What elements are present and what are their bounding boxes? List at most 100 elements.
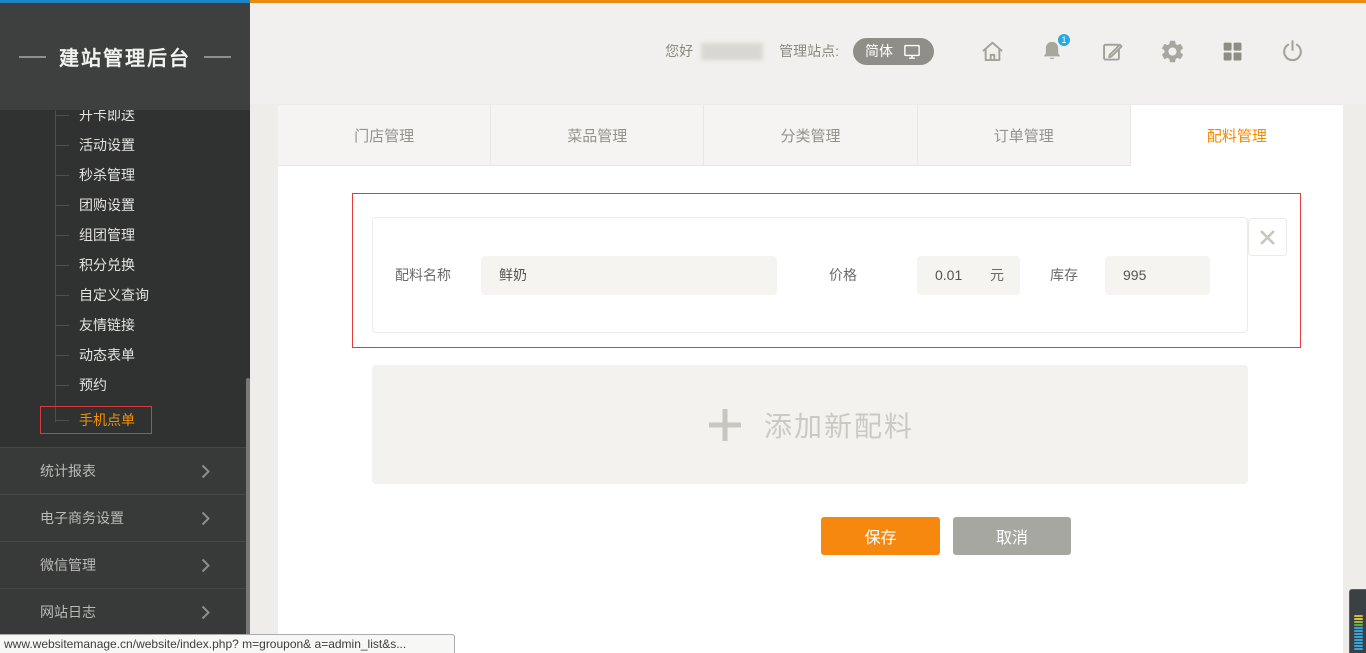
sidebar-submenu-item[interactable]: 预约 [0, 370, 250, 400]
meter-stripe [1354, 618, 1363, 620]
sidebar-section-label: 电子商务设置 [40, 508, 124, 528]
tab-label: 门店管理 [354, 125, 414, 146]
gear-icon[interactable] [1158, 37, 1186, 65]
apps-grid-icon[interactable] [1218, 37, 1246, 65]
header-icons: 1 [978, 37, 1306, 65]
sidebar-section-label: 网站日志 [40, 602, 96, 622]
redacted-username [701, 43, 763, 60]
stock-field [1105, 256, 1210, 295]
meter-stripe [1354, 633, 1363, 635]
content-panel: 门店管理 菜品管理 分类管理 订单管理 配料管理 配料名称 价格 [278, 104, 1343, 653]
chevron-right-icon [201, 558, 210, 573]
main-header: 您好 管理站点: 简体 [250, 0, 1366, 104]
sidebar-submenu-item-label: 积分兑换 [79, 255, 135, 275]
ingredient-row-card: 配料名称 价格 元 库存 [372, 217, 1248, 333]
ingredient-name-field [481, 256, 777, 295]
meter-stripe [1354, 648, 1363, 650]
price-label: 价格 [829, 265, 857, 285]
sidebar-submenu-item[interactable]: 积分兑换 [0, 250, 250, 280]
chevron-right-icon [201, 511, 210, 526]
title-dash-left [19, 56, 46, 58]
tab-bar: 门店管理 菜品管理 分类管理 订单管理 配料管理 [278, 104, 1343, 166]
sidebar-submenu-item[interactable]: 团购设置 [0, 190, 250, 220]
language-site-pill[interactable]: 简体 [853, 38, 934, 65]
meter-stripe [1354, 624, 1363, 626]
tab-item[interactable]: 订单管理 [918, 105, 1131, 166]
stock-input[interactable] [1123, 267, 1210, 283]
app-title-text: 建站管理后台 [59, 42, 191, 71]
price-input[interactable] [935, 267, 979, 283]
monitor-icon [902, 42, 922, 61]
add-ingredient-label: 添加新配料 [764, 405, 914, 445]
sidebar-submenu-item-label: 秒杀管理 [79, 165, 135, 185]
ingredient-name-label: 配料名称 [395, 265, 451, 285]
tab-item[interactable]: 菜品管理 [491, 105, 704, 166]
sidebar-submenu-item[interactable]: 组团管理 [0, 220, 250, 250]
power-icon[interactable] [1278, 37, 1306, 65]
meter-stripe [1354, 639, 1363, 641]
sidebar-section-item[interactable]: 网站日志 [0, 588, 250, 635]
ingredient-name-input[interactable] [499, 267, 777, 283]
meter-stripe [1354, 630, 1363, 632]
meter-stripe [1354, 636, 1363, 638]
header-toolbar: 您好 管理站点: 简体 [665, 37, 1306, 65]
sidebar: 建站管理后台 开卡即送 活动设置 秒杀管理 团购设置 [0, 0, 250, 653]
tab-item[interactable]: 配料管理 [1131, 105, 1343, 166]
price-field: 元 [917, 256, 1020, 295]
sidebar-submenu-item[interactable]: 秒杀管理 [0, 160, 250, 190]
meter-stripe [1354, 621, 1363, 623]
sidebar-submenu-item[interactable]: 友情链接 [0, 310, 250, 340]
greeting-text: 您好 [665, 41, 693, 61]
chevron-right-icon [201, 605, 210, 620]
audio-meter-widget [1349, 589, 1366, 653]
browser-status-bar: www.websitemanage.cn/website/index.php? … [0, 634, 455, 653]
sidebar-section-item[interactable]: 统计报表 [0, 447, 250, 494]
notification-badge: 1 [1056, 32, 1072, 48]
sidebar-section-label: 统计报表 [40, 461, 96, 481]
close-icon [1259, 229, 1276, 246]
home-icon[interactable] [978, 37, 1006, 65]
app-title: 建站管理后台 [19, 42, 231, 71]
sidebar-submenu-item-label: 友情链接 [79, 315, 135, 335]
remove-row-button[interactable] [1248, 218, 1287, 256]
sidebar-header: 建站管理后台 [0, 3, 250, 110]
sidebar-submenu-item-label: 自定义查询 [79, 285, 149, 305]
manage-site-label: 管理站点: [779, 41, 839, 61]
meter-stripe [1354, 642, 1363, 644]
tab-label: 菜品管理 [567, 125, 627, 146]
sidebar-submenu: 开卡即送 活动设置 秒杀管理 团购设置 组团管理 [0, 110, 250, 435]
sidebar-sections: 统计报表 电子商务设置 微信管理 网站日志 [0, 447, 250, 636]
sidebar-submenu-item[interactable]: 手机点单 [0, 405, 250, 435]
sidebar-section-label: 微信管理 [40, 555, 96, 575]
sidebar-section-item[interactable]: 电子商务设置 [0, 494, 250, 541]
add-ingredient-button[interactable]: 添加新配料 [372, 365, 1248, 484]
sidebar-submenu-item-label: 团购设置 [79, 195, 135, 215]
bell-icon[interactable]: 1 [1038, 37, 1066, 65]
tab-label: 订单管理 [994, 125, 1054, 146]
sidebar-submenu-item-label: 开卡即送 [79, 110, 135, 125]
tab-label: 分类管理 [781, 125, 841, 146]
chevron-right-icon [201, 464, 210, 479]
sidebar-submenu-item-label: 组团管理 [79, 225, 135, 245]
save-button[interactable]: 保存 [821, 517, 940, 555]
plus-icon [706, 406, 744, 444]
header-top-strip [250, 0, 1366, 3]
meter-stripe [1354, 627, 1363, 629]
tab-item[interactable]: 分类管理 [704, 105, 917, 166]
meter-stripe [1354, 645, 1363, 647]
meter-stripe [1354, 615, 1363, 617]
sidebar-submenu-item-label: 活动设置 [79, 135, 135, 155]
edit-icon[interactable] [1098, 37, 1126, 65]
language-label: 简体 [865, 41, 893, 61]
sidebar-submenu-section: 开卡即送 活动设置 秒杀管理 团购设置 组团管理 [0, 110, 250, 447]
cancel-button[interactable]: 取消 [953, 517, 1071, 555]
sidebar-submenu-item[interactable]: 开卡即送 [0, 110, 250, 130]
sidebar-submenu-item[interactable]: 自定义查询 [0, 280, 250, 310]
stock-label: 库存 [1050, 265, 1078, 285]
tab-item[interactable]: 门店管理 [278, 105, 491, 166]
price-unit-label: 元 [990, 265, 1004, 285]
sidebar-scrollbar-thumb[interactable] [246, 378, 250, 646]
sidebar-section-item[interactable]: 微信管理 [0, 541, 250, 588]
sidebar-submenu-item[interactable]: 活动设置 [0, 130, 250, 160]
sidebar-submenu-item[interactable]: 动态表单 [0, 340, 250, 370]
